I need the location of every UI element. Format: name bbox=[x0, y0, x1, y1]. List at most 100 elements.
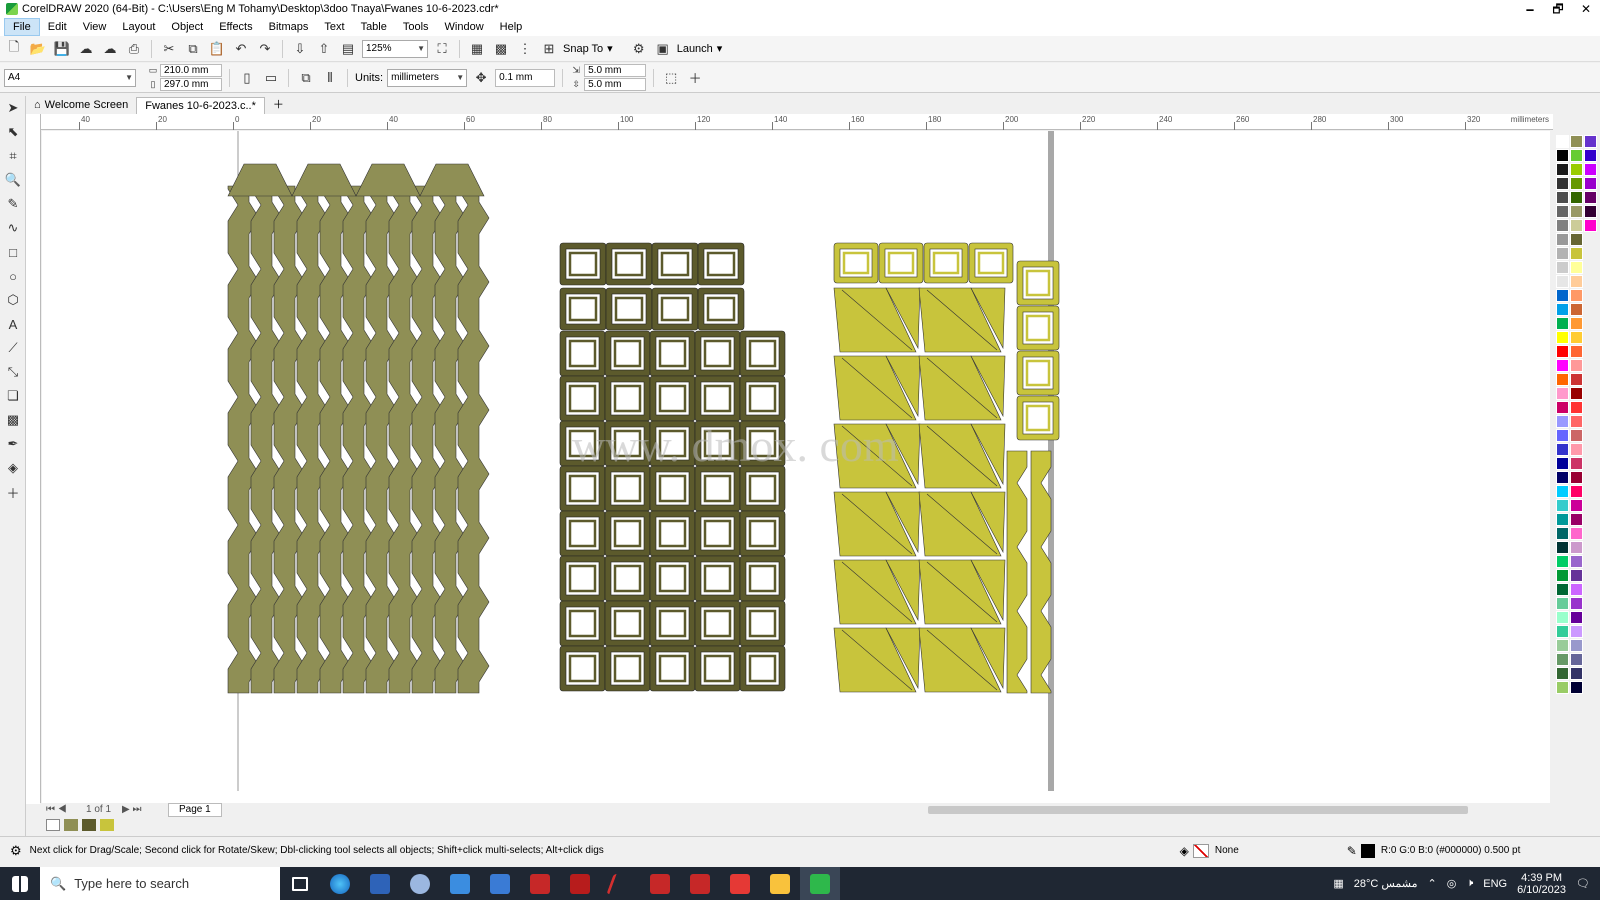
cloud-upload-icon[interactable]: ☁ bbox=[76, 39, 96, 59]
drawing-canvas[interactable]: www. dmox. com bbox=[42, 131, 1550, 803]
menu-view[interactable]: View bbox=[75, 18, 115, 36]
add-icon[interactable]: ＋ bbox=[685, 68, 705, 88]
palette-swatch[interactable] bbox=[1570, 289, 1583, 302]
eyedropper-icon[interactable]: ✒ bbox=[0, 432, 26, 456]
palette-swatch[interactable] bbox=[1556, 611, 1569, 624]
menu-bitmaps[interactable]: Bitmaps bbox=[261, 18, 317, 36]
treat-as-filled-icon[interactable]: ⬚ bbox=[661, 68, 681, 88]
palette-swatch[interactable] bbox=[1556, 485, 1569, 498]
save-icon[interactable]: 💾 bbox=[52, 39, 72, 59]
freehand-tool-icon[interactable]: ✎ bbox=[0, 192, 26, 216]
palette-swatch[interactable] bbox=[1570, 583, 1583, 596]
menu-window[interactable]: Window bbox=[437, 18, 492, 36]
minimize-button[interactable]: 🗕 bbox=[1516, 0, 1544, 18]
palette-swatch[interactable] bbox=[1570, 331, 1583, 344]
launch-dropdown[interactable]: Launch bbox=[677, 43, 713, 55]
palette-swatch[interactable] bbox=[1556, 653, 1569, 666]
palette-swatch[interactable] bbox=[1556, 527, 1569, 540]
menu-file[interactable]: File bbox=[4, 18, 40, 36]
notifications-icon[interactable]: 🗨 bbox=[1576, 877, 1590, 890]
task-view-icon[interactable] bbox=[280, 867, 320, 900]
outline-color-swatch[interactable] bbox=[1360, 843, 1375, 858]
palette-swatch[interactable] bbox=[1556, 331, 1569, 344]
palette-swatch[interactable] bbox=[1556, 247, 1569, 260]
palette-swatch[interactable] bbox=[1570, 275, 1583, 288]
store-icon[interactable] bbox=[480, 867, 520, 900]
all-pages-icon[interactable]: ⧉ bbox=[296, 68, 316, 88]
menu-effects[interactable]: Effects bbox=[211, 18, 260, 36]
palette-swatch[interactable] bbox=[1556, 555, 1569, 568]
snap-to-dropdown[interactable]: Snap To bbox=[563, 43, 603, 55]
palette-swatch[interactable] bbox=[1570, 317, 1583, 330]
palette-swatch[interactable] bbox=[1556, 513, 1569, 526]
artwork[interactable]: www. dmox. com bbox=[42, 131, 1550, 803]
menu-tools[interactable]: Tools bbox=[395, 18, 437, 36]
palette-swatch[interactable] bbox=[1570, 471, 1583, 484]
palette-swatch[interactable] bbox=[1556, 177, 1569, 190]
app-icon-4[interactable] bbox=[400, 867, 440, 900]
palette-swatch[interactable] bbox=[1556, 401, 1569, 414]
close-button[interactable]: ✕ bbox=[1572, 0, 1600, 18]
palette-swatch[interactable] bbox=[1556, 387, 1569, 400]
palette-swatch[interactable] bbox=[1570, 667, 1583, 680]
palette-swatch[interactable] bbox=[1556, 135, 1569, 148]
interactive-fill-icon[interactable]: ◈ bbox=[0, 456, 26, 480]
grid-icon[interactable]: ▩ bbox=[491, 39, 511, 59]
crop-tool-icon[interactable]: ⌗ bbox=[0, 144, 26, 168]
rulers-icon[interactable]: ▦ bbox=[467, 39, 487, 59]
palette-swatch[interactable] bbox=[1556, 149, 1569, 162]
palette-swatch[interactable] bbox=[1556, 205, 1569, 218]
units-select[interactable]: millimeters ▼ bbox=[387, 68, 468, 87]
palette-swatch[interactable] bbox=[1570, 359, 1583, 372]
page-height-input[interactable]: 297.0 mm bbox=[160, 78, 222, 91]
palette-swatch[interactable] bbox=[1570, 163, 1583, 176]
horizontal-ruler[interactable]: 40 20 0 20 40 60 80 100 120 140 160 180 200 220 240 260… bbox=[41, 114, 1553, 130]
palette-swatch[interactable] bbox=[1556, 219, 1569, 232]
palette-swatch[interactable] bbox=[1570, 233, 1583, 246]
tab-welcome-screen[interactable]: ⌂ Welcome Screen bbox=[26, 97, 136, 114]
undo-icon[interactable]: ↶ bbox=[231, 39, 251, 59]
current-page-icon[interactable]: ⫴ bbox=[320, 68, 340, 88]
page-tab[interactable]: Page 1 bbox=[168, 803, 222, 817]
palette-swatch[interactable] bbox=[1570, 597, 1583, 610]
palette-swatch[interactable] bbox=[1556, 625, 1569, 638]
doc-color-none[interactable] bbox=[46, 819, 60, 831]
palette-swatch[interactable] bbox=[1556, 289, 1569, 302]
zoom-fit-icon[interactable]: ⛶ bbox=[432, 39, 452, 59]
new-document-icon[interactable]: 🗋 bbox=[4, 39, 24, 59]
horizontal-scrollbar-thumb[interactable] bbox=[928, 806, 1468, 814]
export-icon[interactable]: ⇧ bbox=[314, 39, 334, 59]
text-tool-icon[interactable]: A bbox=[0, 312, 26, 336]
menu-help[interactable]: Help bbox=[492, 18, 531, 36]
palette-swatch[interactable] bbox=[1570, 625, 1583, 638]
palette-swatch[interactable] bbox=[1556, 163, 1569, 176]
mail-icon[interactable] bbox=[440, 867, 480, 900]
palette-swatch[interactable] bbox=[1570, 401, 1583, 414]
menu-object[interactable]: Object bbox=[163, 18, 211, 36]
pick-tool-icon[interactable]: ➤ bbox=[0, 96, 26, 120]
weather-icon[interactable]: ▦ bbox=[1333, 877, 1343, 890]
page-width-input[interactable]: 210.0 mm bbox=[160, 64, 222, 77]
palette-swatch[interactable] bbox=[1570, 555, 1583, 568]
palette-swatch[interactable] bbox=[1556, 639, 1569, 652]
palette-swatch[interactable] bbox=[1570, 247, 1583, 260]
palette-swatch[interactable] bbox=[1570, 639, 1583, 652]
snap-icon[interactable]: ⊞ bbox=[539, 39, 559, 59]
coreldraw-taskbar-icon[interactable] bbox=[800, 867, 840, 900]
palette-swatch[interactable] bbox=[1556, 471, 1569, 484]
palette-swatch[interactable] bbox=[1556, 359, 1569, 372]
palette-swatch[interactable] bbox=[1570, 527, 1583, 540]
windows-start-icon[interactable] bbox=[0, 867, 40, 900]
palette-swatch[interactable] bbox=[1556, 233, 1569, 246]
guidelines-icon[interactable]: ⋮ bbox=[515, 39, 535, 59]
palette-swatch[interactable] bbox=[1570, 485, 1583, 498]
redo-icon[interactable]: ↷ bbox=[255, 39, 275, 59]
doc-color-olive[interactable] bbox=[64, 819, 78, 831]
menu-edit[interactable]: Edit bbox=[40, 18, 75, 36]
volume-icon[interactable]: 🕨 bbox=[1466, 877, 1473, 890]
copy-icon[interactable]: ⧉ bbox=[183, 39, 203, 59]
palette-swatch[interactable] bbox=[1556, 275, 1569, 288]
add-tool-icon[interactable]: ＋ bbox=[0, 480, 26, 504]
drop-shadow-icon[interactable]: ❏ bbox=[0, 384, 26, 408]
palette-swatch[interactable] bbox=[1570, 177, 1583, 190]
